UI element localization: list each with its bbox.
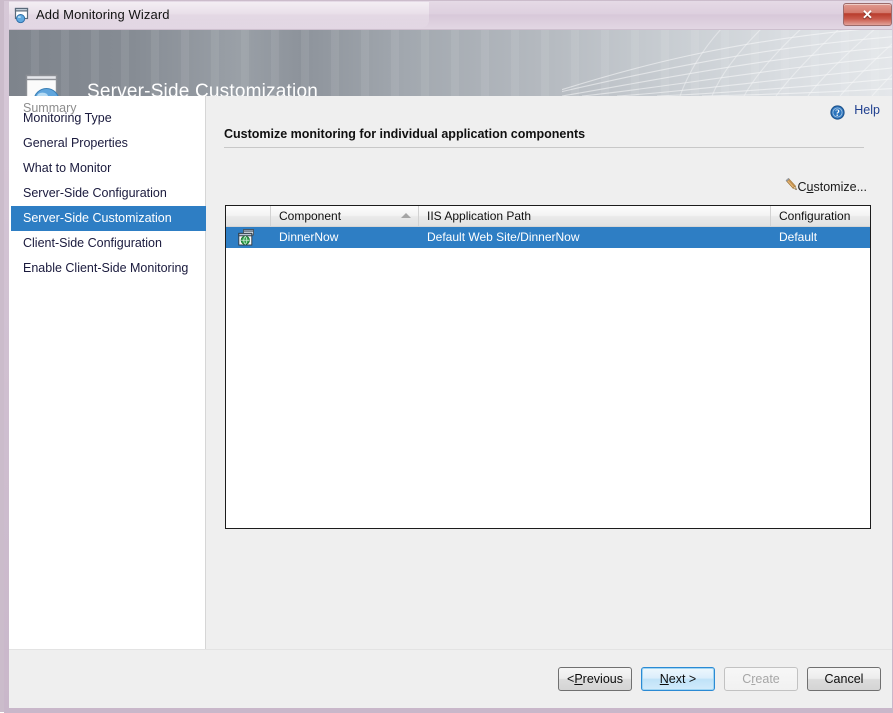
row-configuration: Default <box>779 230 818 244</box>
page-title: Customize monitoring for individual appl… <box>224 127 586 141</box>
customize-label-post: stomize... <box>813 180 868 194</box>
sidebar-item-client-side-configuration[interactable]: Client-Side Configuration <box>11 231 206 256</box>
row-icon-cell <box>226 227 271 248</box>
banner-mesh-pattern <box>562 30 892 96</box>
create-label-post: eate <box>755 672 780 686</box>
web-application-icon <box>238 229 256 246</box>
page-title-divider <box>224 147 864 148</box>
customize-button[interactable]: Customize... <box>798 180 867 194</box>
previous-label-pre: < <box>567 672 575 686</box>
title-bar: Add Monitoring Wizard ✕ <box>4 1 893 30</box>
grid-header-component[interactable]: Component <box>271 206 419 226</box>
sidebar-item-server-side-configuration[interactable]: Server-Side Configuration <box>11 181 206 206</box>
customize-label-pre: C <box>797 180 807 194</box>
grid-header-icon-column[interactable] <box>226 206 271 226</box>
wizard-window-icon <box>14 7 31 24</box>
banner-heading: Server-Side Customization <box>87 81 318 96</box>
wizard-step-sidebar: Monitoring Type General Properties What … <box>9 96 206 649</box>
previous-label-accel: P <box>574 672 583 686</box>
next-label-post: ext > <box>668 672 697 686</box>
svg-text:?: ? <box>835 109 840 119</box>
create-button: Cr eate <box>724 667 798 691</box>
table-row[interactable]: DinnerNow Default Web Site/DinnerNow Def… <box>226 227 870 248</box>
grid-icon-column-divider <box>270 227 271 528</box>
cancel-button[interactable]: Cancel <box>807 667 881 691</box>
close-button[interactable]: ✕ <box>843 3 892 26</box>
row-iis-application-path: Default Web Site/DinnerNow <box>427 230 580 244</box>
next-button[interactable]: Next > <box>641 667 715 691</box>
wizard-window: Add Monitoring Wizard ✕ Server-Side Cust… <box>0 0 893 713</box>
row-component: DinnerNow <box>279 230 339 244</box>
window-title: Add Monitoring Wizard <box>36 7 170 22</box>
components-grid[interactable]: Component IIS Application Path Configura… <box>225 205 871 529</box>
grid-header-iis-application-path[interactable]: IIS Application Path <box>419 206 771 226</box>
sidebar-item-what-to-monitor[interactable]: What to Monitor <box>11 156 206 181</box>
grid-header-component-label: Component <box>279 209 342 223</box>
sidebar-item-server-side-customization[interactable]: Server-Side Customization <box>11 206 206 231</box>
help-link[interactable]: Help <box>854 103 880 117</box>
wizard-content-panel: ? Help Customize monitoring for individu… <box>206 96 892 649</box>
previous-label-post: revious <box>582 672 623 686</box>
window-sphere-icon <box>25 74 72 96</box>
cancel-label: Cancel <box>824 672 864 686</box>
customize-label-accel: u <box>806 180 814 194</box>
help-circle-icon[interactable]: ? <box>830 105 845 120</box>
sidebar-item-general-properties[interactable]: General Properties <box>11 131 206 156</box>
close-icon: ✕ <box>862 6 873 22</box>
sidebar-item-summary: Summary <box>23 101 77 115</box>
create-label-pre: C <box>742 672 752 686</box>
sort-ascending-icon <box>401 213 411 218</box>
grid-header-row: Component IIS Application Path Configura… <box>226 206 870 227</box>
wizard-banner: Server-Side Customization <box>9 30 892 96</box>
wizard-footer: < Previous Next > Cr eate Cancel <box>9 649 892 708</box>
sidebar-item-enable-client-side-monitoring[interactable]: Enable Client-Side Monitoring <box>11 256 206 281</box>
next-label-accel: N <box>659 672 669 686</box>
previous-button[interactable]: < Previous <box>558 667 632 691</box>
grid-header-configuration[interactable]: Configuration <box>771 206 870 226</box>
